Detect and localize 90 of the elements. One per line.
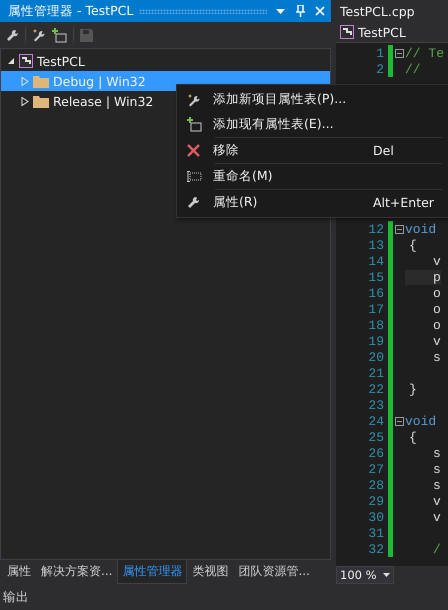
code-text: o bbox=[432, 318, 441, 332]
scope-label: TestPCL bbox=[358, 24, 406, 40]
scope-dropdown[interactable]: TestPCL bbox=[336, 22, 448, 43]
menu-item-label: 添加新项目属性表(P)... bbox=[213, 91, 348, 108]
panel-tab[interactable]: 属性管理器 bbox=[117, 560, 188, 584]
line-number: 17 bbox=[367, 302, 385, 316]
code-text: p bbox=[405, 270, 441, 284]
shortcut-text: Alt+Enter bbox=[373, 195, 434, 210]
line-number: 32 bbox=[367, 542, 385, 556]
code-text: o bbox=[432, 302, 441, 316]
add-sheet-icon bbox=[187, 117, 202, 132]
line-number: 24 bbox=[367, 414, 385, 428]
code-text: { bbox=[408, 430, 417, 444]
menu-item[interactable]: 属性(R) Alt+Enter bbox=[177, 190, 448, 215]
menu-item-label: 添加现有属性表(E)... bbox=[213, 116, 335, 133]
line-number: 31 bbox=[367, 526, 385, 540]
tree-item-label: Debug | Win32 bbox=[53, 74, 146, 88]
line-number: 20 bbox=[367, 350, 385, 364]
wrench-icon bbox=[6, 28, 19, 42]
menu-item[interactable]: 移除 Del bbox=[177, 138, 448, 163]
line-number: 2 bbox=[375, 62, 385, 76]
code-text: // Te bbox=[405, 46, 444, 60]
panel-tab[interactable]: 属性 bbox=[2, 560, 36, 584]
expander-icon[interactable] bbox=[7, 57, 15, 65]
panel-title: 属性管理器 - TestPCL bbox=[8, 2, 134, 20]
tree-item-label: Release | Win32 bbox=[53, 94, 154, 108]
line-number: 30 bbox=[367, 510, 385, 524]
panel-tab[interactable]: 类视图 bbox=[187, 560, 234, 584]
project-icon bbox=[340, 25, 354, 39]
code-text: v bbox=[432, 494, 441, 508]
expander-icon[interactable] bbox=[21, 96, 29, 106]
code-text: void bbox=[405, 414, 436, 428]
rename-icon bbox=[187, 171, 202, 182]
line-number: 14 bbox=[367, 254, 385, 268]
code-text: s bbox=[432, 462, 441, 476]
menu-item-label: 移除 bbox=[213, 142, 240, 159]
close-icon[interactable] bbox=[313, 6, 327, 16]
line-number: 26 bbox=[367, 446, 385, 460]
panel-tab[interactable]: 解决方案资... bbox=[36, 560, 118, 584]
line-number: 28 bbox=[367, 478, 385, 492]
tree-item-label: TestPCL bbox=[37, 54, 85, 68]
document-tab[interactable]: TestPCL.cpp bbox=[340, 4, 415, 18]
folder-icon bbox=[33, 74, 49, 88]
line-number: 12 bbox=[367, 222, 385, 236]
line-number: 27 bbox=[367, 462, 385, 476]
line-number: 25 bbox=[367, 430, 385, 444]
code-text: // bbox=[405, 62, 421, 76]
code-text: } bbox=[408, 382, 417, 396]
menu-item[interactable]: 重命名(M) bbox=[177, 164, 448, 189]
code-text: v bbox=[432, 254, 441, 268]
line-number: 19 bbox=[367, 334, 385, 348]
wand-wrench-icon bbox=[187, 92, 201, 106]
code-text: s bbox=[432, 446, 441, 460]
dropdown-icon[interactable] bbox=[273, 8, 287, 14]
line-number: 29 bbox=[367, 494, 385, 508]
folder-icon bbox=[33, 94, 49, 108]
panel-tab[interactable]: 团队资源管... bbox=[233, 560, 315, 584]
code-text: void bbox=[405, 222, 436, 236]
line-number: 1 bbox=[375, 46, 385, 60]
shortcut-text: Del bbox=[373, 143, 394, 158]
output-tab[interactable]: 输出 bbox=[3, 588, 29, 606]
collapse-icon[interactable] bbox=[394, 48, 404, 58]
dropdown-icon bbox=[382, 573, 390, 577]
menu-item-label: 重命名(M) bbox=[213, 168, 274, 185]
line-number: 22 bbox=[367, 382, 385, 396]
code-text: s bbox=[432, 350, 441, 364]
remove-icon bbox=[187, 144, 200, 157]
code-text: v bbox=[432, 510, 441, 524]
code-text: / bbox=[432, 542, 441, 556]
line-number: 13 bbox=[367, 238, 385, 252]
menu-item-label: 属性(R) bbox=[213, 194, 258, 211]
project-icon bbox=[19, 54, 33, 68]
collapse-icon[interactable] bbox=[394, 224, 404, 234]
line-number: 16 bbox=[367, 286, 385, 300]
code-text: o bbox=[432, 286, 441, 300]
collapse-icon[interactable] bbox=[394, 416, 404, 426]
line-number: 15 bbox=[367, 270, 385, 284]
code-text: s bbox=[432, 478, 441, 492]
tree-item[interactable]: TestPCL bbox=[1, 51, 330, 71]
code-text: v bbox=[432, 334, 441, 348]
line-number: 18 bbox=[367, 318, 385, 332]
zoom-dropdown[interactable]: 100 % bbox=[336, 566, 394, 584]
menu-item[interactable]: 添加现有属性表(E)... bbox=[177, 112, 448, 137]
line-number: 23 bbox=[367, 398, 385, 412]
wand-wrench-icon bbox=[32, 28, 46, 42]
pin-icon[interactable] bbox=[293, 5, 307, 17]
code-text: { bbox=[408, 238, 417, 252]
wrench-icon bbox=[187, 196, 200, 209]
add-sheet-icon bbox=[52, 28, 67, 42]
line-number: 21 bbox=[367, 366, 385, 380]
